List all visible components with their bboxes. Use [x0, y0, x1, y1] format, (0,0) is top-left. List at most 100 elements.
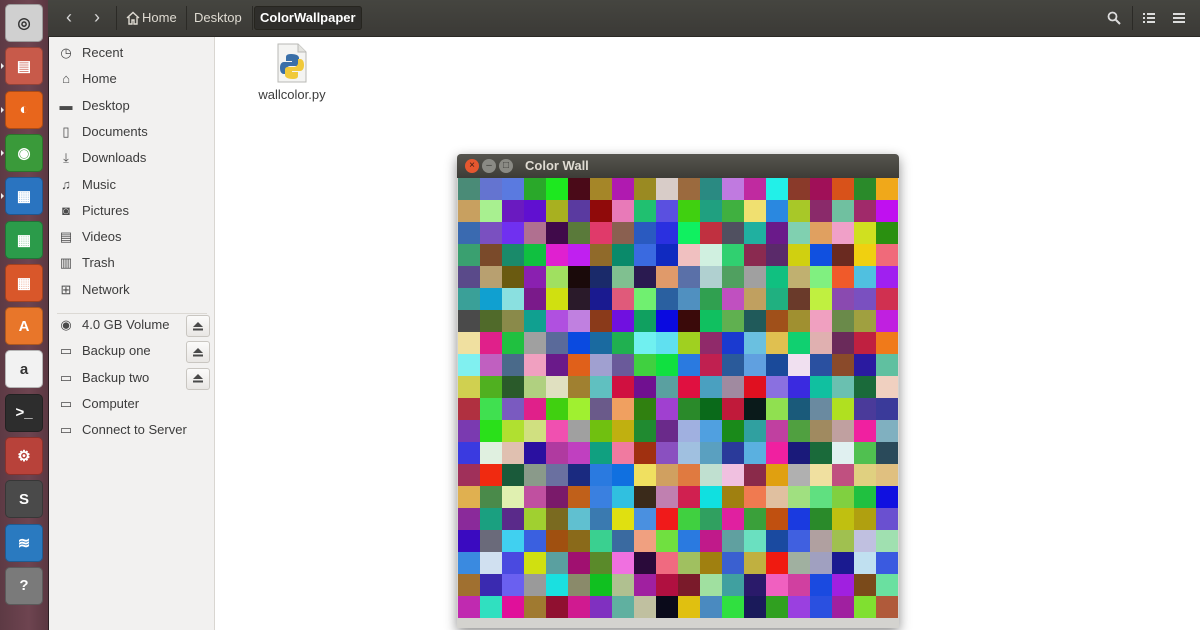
color-swatch: [568, 332, 590, 354]
color-swatch: [722, 552, 744, 574]
sidebar-item-backup-two[interactable]: ▭ Backup two: [49, 366, 214, 390]
launcher-button[interactable]: A: [5, 307, 43, 346]
color-swatch: [590, 332, 612, 354]
color-swatch: [546, 596, 568, 618]
launcher-button[interactable]: ?: [5, 566, 43, 605]
launcher-button[interactable]: ◐: [5, 90, 43, 129]
sidebar-item-recent[interactable]: ◷ Recent: [49, 41, 214, 65]
color-swatch: [568, 200, 590, 222]
color-swatch: [810, 288, 832, 310]
launcher-button[interactable]: S: [5, 480, 43, 519]
menu-button[interactable]: [1166, 5, 1192, 31]
color-swatch: [832, 552, 854, 574]
color-swatch: [546, 552, 568, 574]
drive-icon: ▭: [59, 395, 73, 411]
maximize-button[interactable]: □: [499, 159, 513, 173]
sidebar-item-documents[interactable]: ▯ Documents: [49, 120, 214, 144]
color-swatch: [766, 486, 788, 508]
color-swatch: [744, 420, 766, 442]
sidebar-item-trash[interactable]: ▥ Trash: [49, 251, 214, 275]
color-swatch: [766, 464, 788, 486]
file-item-wallcolor[interactable]: wallcolor.py: [247, 43, 337, 102]
unity-launcher: ◎ ▤ ◐ ◉ ▦ ▦ ▦ Aa >_ ⚙ S ≋?: [0, 0, 49, 630]
launcher-button[interactable]: >_: [5, 393, 43, 432]
color-swatch: [700, 354, 722, 376]
sidebar-item-4-0-gb-volume[interactable]: ◉ 4.0 GB Volume: [49, 313, 214, 337]
sidebar-item-downloads[interactable]: ⤓ Downloads: [49, 146, 214, 170]
color-swatch: [656, 310, 678, 332]
breadcrumb-home[interactable]: Home: [120, 6, 183, 30]
launcher-button[interactable]: ▤: [5, 47, 43, 86]
color-swatch: [568, 530, 590, 552]
color-swatch: [480, 354, 502, 376]
color-swatch: [788, 596, 810, 618]
color-swatch: [744, 222, 766, 244]
breadcrumb-colorwallpaper[interactable]: ColorWallpaper: [254, 6, 362, 30]
color-swatch: [634, 530, 656, 552]
color-swatch: [568, 376, 590, 398]
eject-button[interactable]: [186, 341, 210, 364]
search-button[interactable]: [1101, 5, 1127, 31]
color-swatch: [634, 376, 656, 398]
color-swatch: [744, 376, 766, 398]
sidebar-item-music[interactable]: ♫ Music: [49, 173, 214, 197]
color-swatch: [744, 442, 766, 464]
sidebar-item-home[interactable]: ⌂ Home: [49, 67, 214, 91]
color-swatch: [568, 244, 590, 266]
color-swatch: [634, 244, 656, 266]
color-swatch: [502, 178, 524, 200]
sidebar-item-desktop[interactable]: ▬ Desktop: [49, 94, 214, 118]
color-swatch: [502, 486, 524, 508]
eject-button[interactable]: [186, 315, 210, 337]
launcher-button[interactable]: ◉: [5, 133, 43, 172]
window-titlebar[interactable]: × – □ Color Wall: [457, 154, 899, 178]
launcher-button[interactable]: ▦: [5, 263, 43, 302]
launcher-button[interactable]: ▦: [5, 220, 43, 259]
color-swatch: [546, 530, 568, 552]
grid-view-button[interactable]: [1136, 5, 1162, 31]
color-swatch: [568, 398, 590, 420]
color-swatch: [700, 266, 722, 288]
color-swatch: [788, 530, 810, 552]
color-swatch: [656, 574, 678, 596]
color-swatch: [502, 530, 524, 552]
color-wall-window[interactable]: × – □ Color Wall: [457, 154, 899, 628]
back-button[interactable]: ‹: [56, 6, 82, 30]
color-swatch: [546, 464, 568, 486]
breadcrumb-desktop[interactable]: Desktop: [188, 6, 248, 30]
sidebar-item-pictures[interactable]: ◙ Pictures: [49, 199, 214, 223]
color-swatch: [876, 354, 898, 376]
launcher-button[interactable]: ◎: [5, 4, 43, 42]
launcher-button[interactable]: ▦: [5, 177, 43, 216]
close-button[interactable]: ×: [465, 159, 479, 173]
color-swatch: [854, 310, 876, 332]
color-swatch: [854, 442, 876, 464]
home-icon: [126, 11, 140, 25]
sidebar-item-computer[interactable]: ▭ Computer: [49, 392, 214, 416]
color-swatch: [832, 376, 854, 398]
running-indicator: [1, 193, 4, 200]
color-swatch: [766, 354, 788, 376]
color-swatch: [634, 508, 656, 530]
color-swatch: [480, 332, 502, 354]
color-swatch: [590, 596, 612, 618]
eject-button[interactable]: [186, 367, 210, 390]
sidebar-item-backup-one[interactable]: ▭ Backup one: [49, 339, 214, 364]
color-swatch: [480, 310, 502, 332]
minimize-button[interactable]: –: [482, 159, 496, 173]
color-swatch: [634, 442, 656, 464]
sidebar-item-videos[interactable]: ▤ Videos: [49, 225, 214, 249]
launcher-button[interactable]: a: [5, 350, 43, 389]
color-swatch: [678, 442, 700, 464]
color-swatch: [656, 464, 678, 486]
forward-button[interactable]: ›: [84, 6, 110, 30]
color-swatch: [502, 442, 524, 464]
sidebar-item-network[interactable]: ⊞ Network: [49, 278, 214, 302]
launcher-button[interactable]: ≋: [5, 523, 43, 562]
color-swatch: [788, 420, 810, 442]
sidebar-item-connect-to-server[interactable]: ▭ Connect to Server: [49, 418, 214, 442]
launcher-button[interactable]: ⚙: [5, 437, 43, 475]
color-swatch: [700, 508, 722, 530]
color-swatch: [700, 442, 722, 464]
color-swatch: [502, 332, 524, 354]
